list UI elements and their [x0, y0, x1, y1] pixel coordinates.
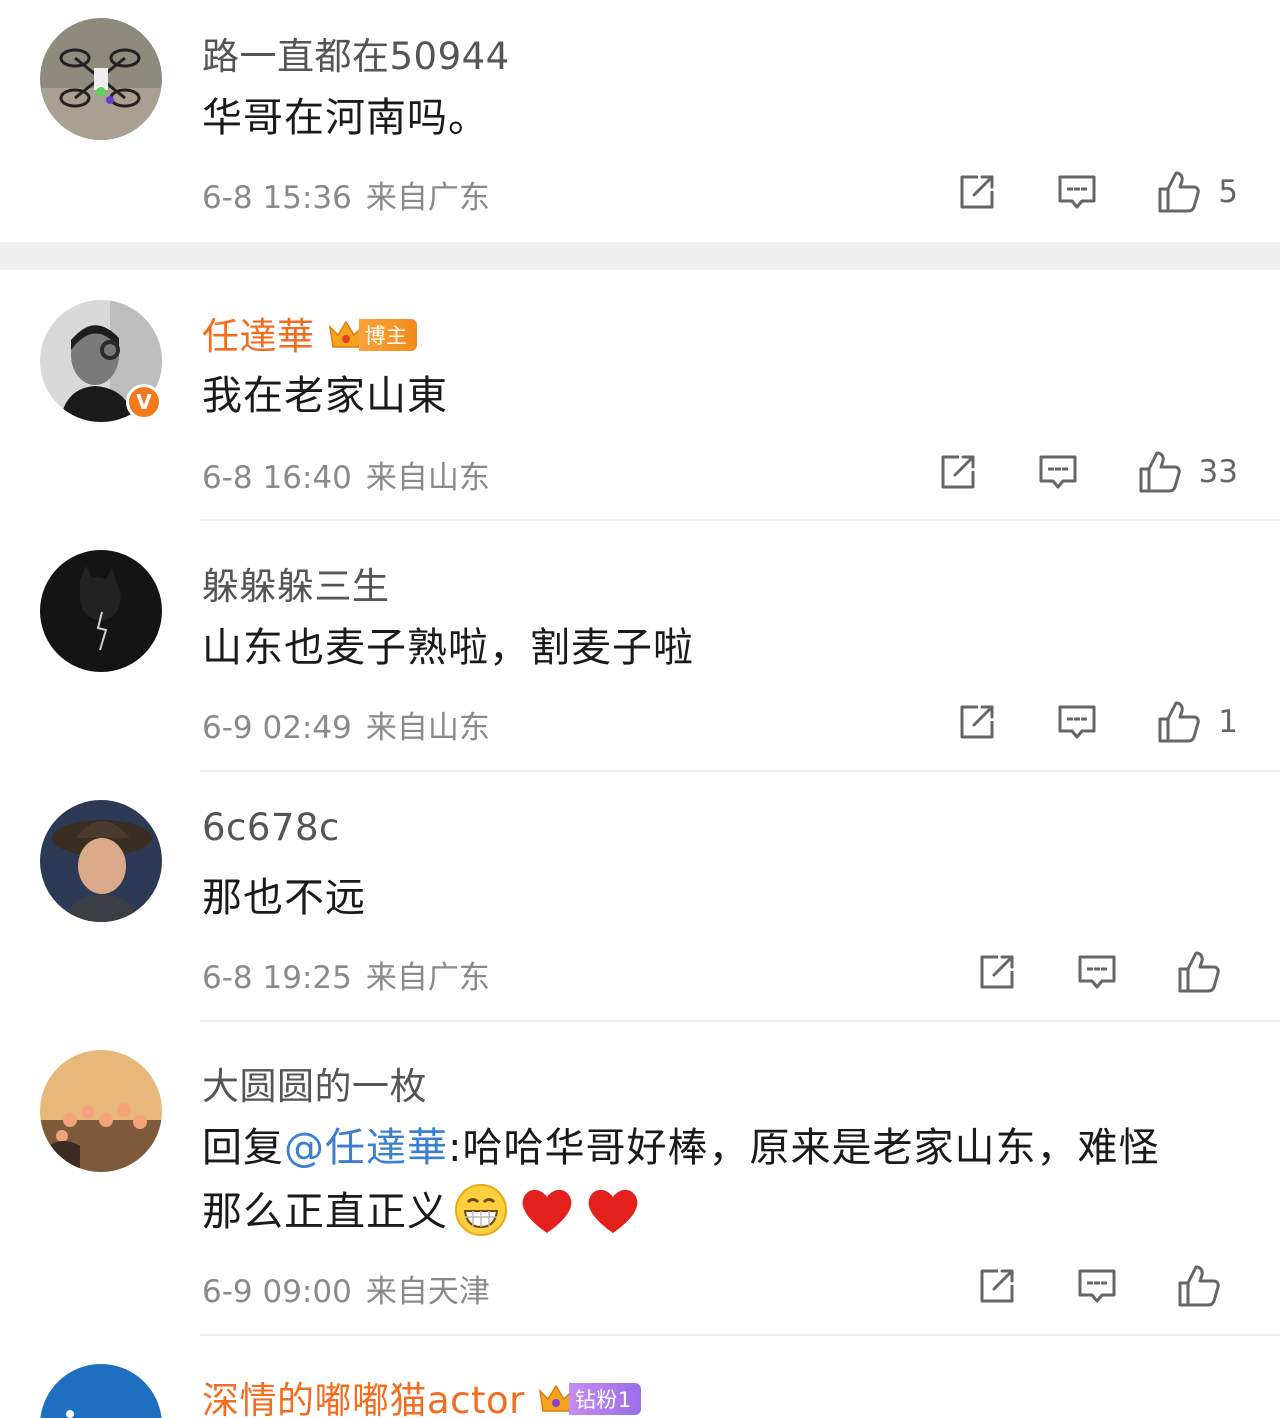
like-icon[interactable]: [1156, 699, 1202, 745]
flowers-avatar-image: [40, 1050, 162, 1172]
comment-card: 深情的嘟嘟猫actor 钻粉1: [0, 1336, 1280, 1418]
comment-actions: 5: [956, 168, 1238, 216]
comment-text: 华哥在河南吗。: [202, 95, 489, 141]
username-text: 任達華: [202, 315, 315, 358]
comment-meta: 6-9 09:00 来自天津: [202, 1266, 490, 1311]
comment-location: 来自广东: [365, 960, 490, 996]
username[interactable]: 任達華 博主: [202, 306, 417, 360]
section-separator: [0, 242, 1280, 270]
comment-location: 来自天津: [365, 1274, 490, 1310]
boy-avatar-image: [40, 800, 162, 922]
heart-emoji-icon: [588, 1189, 638, 1233]
like-icon[interactable]: [1137, 449, 1183, 495]
comment-location: 来自山东: [365, 710, 490, 746]
fan-badge: 钻粉1: [537, 1381, 641, 1417]
comment-text: 回复@任達華:哈哈华哥好棒，原来是老家山东，难怪 那么正直正义: [202, 1116, 1242, 1244]
comment-actions: 1: [956, 698, 1238, 746]
comment-card: 躲躲躲三生 山东也麦子熟啦，割麦子啦 6-9 02:49 来自山东 1: [0, 522, 1280, 772]
like-button[interactable]: 1: [1156, 699, 1238, 745]
like-button[interactable]: [1176, 949, 1238, 995]
like-count: 5: [1218, 174, 1238, 210]
like-icon[interactable]: [1176, 949, 1222, 995]
cat-avatar-image: [40, 550, 162, 672]
like-count: 33: [1198, 454, 1238, 490]
blue-avatar-image: [40, 1364, 162, 1418]
comment-meta: 6-8 16:40 来自山东: [202, 452, 490, 497]
username[interactable]: 大圆圆的一枚: [202, 1056, 427, 1110]
username[interactable]: 躲躲躲三生: [202, 556, 390, 610]
like-button[interactable]: 5: [1156, 169, 1238, 215]
like-button[interactable]: [1176, 1263, 1238, 1309]
comment-location: 来自山东: [365, 460, 490, 496]
username[interactable]: 6c678c: [202, 806, 340, 849]
comment-card: 大圆圆的一枚 回复@任達華:哈哈华哥好棒，原来是老家山东，难怪 那么正直正义 6…: [0, 1022, 1280, 1336]
comment-actions: [976, 1262, 1238, 1310]
comment-card: 6c678c 那也不远 6-8 19:25 来自广东: [0, 772, 1280, 1022]
like-icon[interactable]: [1156, 169, 1202, 215]
comment-date: 6-8 16:40: [202, 460, 352, 496]
comment-date: 6-9 02:49: [202, 710, 352, 746]
like-count: 1: [1218, 704, 1238, 740]
heart-emoji-icon: [522, 1189, 572, 1233]
blogger-badge: 博主: [327, 317, 417, 353]
badge-label: 博主: [358, 318, 417, 351]
comment-text-line1: :哈哈华哥好棒，原来是老家山东，难怪: [448, 1125, 1160, 1171]
comment-card: 路一直都在50944 华哥在河南吗。 6-8 15:36 来自广东 5: [0, 0, 1280, 242]
comment-text: 那也不远: [202, 875, 366, 921]
avatar[interactable]: [40, 1364, 162, 1418]
share-icon[interactable]: [976, 1265, 1018, 1307]
avatar[interactable]: [40, 18, 162, 140]
reply-icon[interactable]: [1056, 171, 1098, 213]
comment-date: 6-8 19:25: [202, 960, 352, 996]
reply-prefix: 回复: [202, 1125, 284, 1171]
comment-meta: 6-8 15:36 来自广东: [202, 172, 490, 217]
share-icon[interactable]: [976, 951, 1018, 993]
username[interactable]: 路一直都在50944: [202, 26, 510, 80]
avatar[interactable]: [40, 550, 162, 672]
drone-avatar-image: [40, 18, 162, 140]
reply-icon[interactable]: [1056, 701, 1098, 743]
reply-icon[interactable]: [1076, 1265, 1118, 1307]
username-text: 深情的嘟嘟猫actor: [202, 1379, 525, 1418]
comment-meta: 6-8 19:25 来自广东: [202, 952, 490, 997]
comment-meta: 6-9 02:49 来自山东: [202, 702, 490, 747]
avatar[interactable]: [40, 1050, 162, 1172]
avatar[interactable]: [40, 800, 162, 922]
like-icon[interactable]: [1176, 1263, 1222, 1309]
comment-text: 山东也麦子熟啦，割麦子啦: [202, 625, 694, 671]
divider: [200, 519, 1280, 521]
mention-link[interactable]: @任達華: [284, 1125, 448, 1171]
share-icon[interactable]: [937, 451, 979, 493]
username[interactable]: 深情的嘟嘟猫actor 钻粉1: [202, 1370, 641, 1418]
comment-actions: [976, 948, 1238, 996]
comment-date: 6-9 09:00: [202, 1274, 352, 1310]
share-icon[interactable]: [956, 701, 998, 743]
badge-label: 钻粉1: [568, 1382, 641, 1415]
comment-card: V 任達華 博主 我在老家山東 6-8 16:40 来自山东 33: [0, 270, 1280, 522]
share-icon[interactable]: [956, 171, 998, 213]
reply-icon[interactable]: [1037, 451, 1079, 493]
comment-location: 来自广东: [365, 180, 490, 216]
reply-icon[interactable]: [1076, 951, 1118, 993]
comment-text-line2: 那么正直正义: [202, 1189, 448, 1235]
comment-date: 6-8 15:36: [202, 180, 352, 216]
grin-emoji-icon: [455, 1184, 507, 1236]
comment-text: 我在老家山東: [202, 373, 448, 419]
like-button[interactable]: 33: [1137, 449, 1238, 495]
verified-icon: V: [126, 384, 162, 420]
comment-actions: 33: [937, 448, 1238, 496]
